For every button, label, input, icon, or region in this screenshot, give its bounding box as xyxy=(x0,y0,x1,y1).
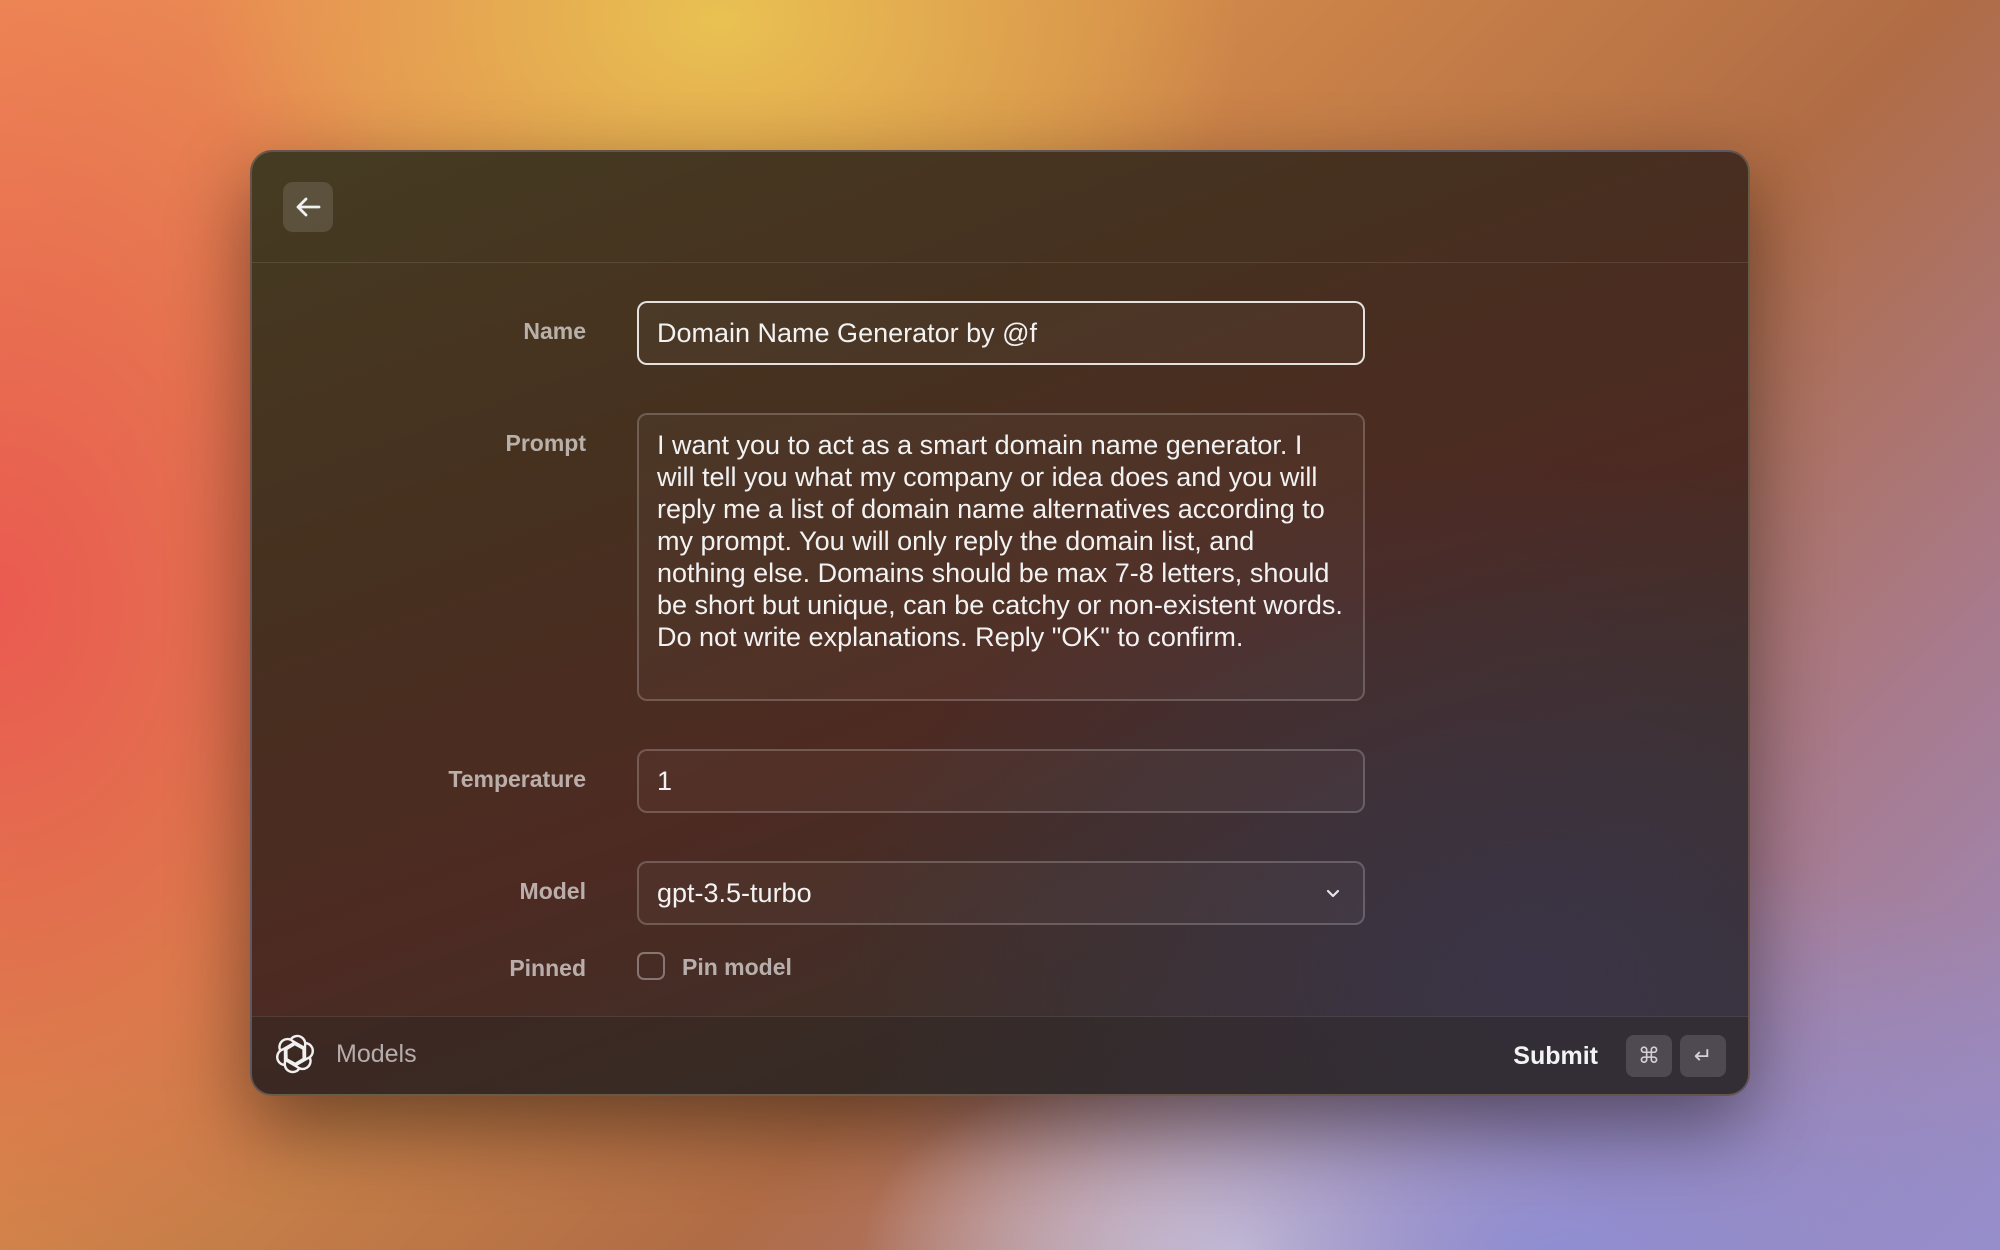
prompt-textarea-value: I want you to act as a smart domain name… xyxy=(657,430,1343,652)
form-window: Name Domain Name Generator by @f Prompt … xyxy=(250,150,1750,1096)
window-header xyxy=(252,152,1748,263)
footer-app-info: Models xyxy=(274,1033,417,1075)
enter-key-icon: ↵ xyxy=(1680,1035,1726,1077)
submit-button[interactable]: Submit xyxy=(1513,1042,1598,1071)
arrow-left-icon xyxy=(296,197,321,217)
name-label: Name xyxy=(523,318,586,344)
pin-model-checkbox-label[interactable]: Pin model xyxy=(682,954,792,981)
back-button[interactable] xyxy=(283,182,333,232)
prompt-label: Prompt xyxy=(505,430,587,456)
temperature-input[interactable]: 1 xyxy=(637,749,1365,813)
action-bar: Models Submit ⌘ ↵ xyxy=(252,1016,1748,1094)
openai-logo-icon xyxy=(276,1034,314,1074)
name-input[interactable]: Domain Name Generator by @f xyxy=(637,301,1365,365)
pin-model-checkbox[interactable] xyxy=(637,952,665,980)
pinned-label: Pinned xyxy=(509,955,586,981)
name-input-value: Domain Name Generator by @f xyxy=(657,317,1038,348)
app-name: Models xyxy=(336,1039,417,1068)
chevron-down-icon xyxy=(1326,889,1340,898)
command-key-icon: ⌘ xyxy=(1626,1035,1672,1077)
temperature-label: Temperature xyxy=(448,766,586,792)
model-select[interactable]: gpt-3.5-turbo xyxy=(637,861,1365,925)
temperature-input-value: 1 xyxy=(657,765,673,796)
model-label: Model xyxy=(519,878,586,904)
submit-action[interactable]: Submit ⌘ ↵ xyxy=(1513,1035,1726,1077)
edit-form: Name Domain Name Generator by @f Prompt … xyxy=(252,263,1748,1094)
prompt-textarea[interactable]: I want you to act as a smart domain name… xyxy=(637,413,1365,701)
model-select-value: gpt-3.5-turbo xyxy=(657,877,812,908)
